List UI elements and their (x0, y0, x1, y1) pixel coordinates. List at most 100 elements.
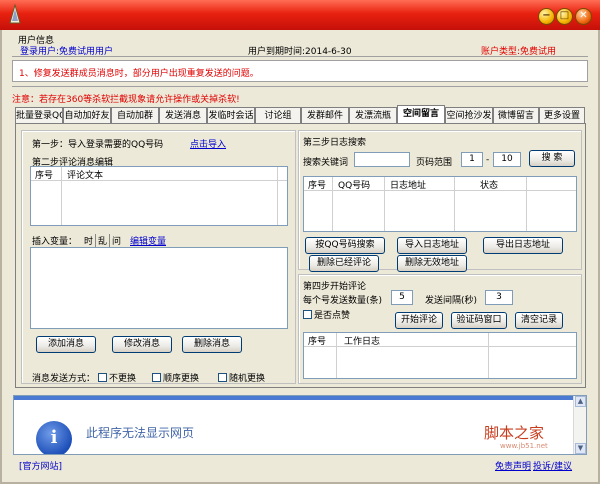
left-group: 第一步：导入登录需要的QQ号码 点击导入 第二步评论消息编辑 序号 评论文本 插… (21, 130, 296, 384)
divider (12, 56, 588, 57)
tab-temp-session[interactable]: 发临时会话 (207, 107, 255, 124)
col-work-log: 工作日志 (344, 337, 381, 347)
col-log-url: 日志地址 (390, 181, 427, 191)
start-comment-button[interactable]: 开始评论 (395, 312, 443, 329)
watermark-url: www.jb51.net (500, 442, 548, 450)
delete-invalid-button[interactable]: 删除无效地址 (397, 255, 467, 272)
edit-variable-link[interactable]: 编辑变量 (130, 234, 166, 247)
col-divider (277, 167, 278, 225)
comment-text-area[interactable] (30, 247, 288, 329)
var-time-button[interactable]: 时 (84, 234, 97, 247)
option-label: 不更换 (109, 374, 137, 384)
add-message-button[interactable]: 添加消息 (36, 336, 96, 353)
col-divider (61, 167, 62, 225)
per-count-input[interactable]: 5 (391, 290, 413, 305)
option-label: 随机更换 (229, 374, 266, 384)
delete-commented-button[interactable]: 删除已经评论 (309, 255, 379, 272)
update-notice-text: 1、修复发送群成员消息时，部分用户出现重复发送的问题。 (19, 69, 259, 79)
close-button[interactable]: ✕ (575, 8, 592, 25)
col-comment-text: 评论文本 (67, 171, 104, 181)
search-keyword-label: 搜索关键词 (303, 158, 349, 168)
official-site-link[interactable]: [官方网站] (19, 459, 62, 472)
send-mode-sequential[interactable]: 顺序更换 (152, 371, 199, 384)
col-divider (454, 177, 455, 231)
search-keyword-input[interactable] (354, 152, 410, 167)
col-index: 序号 (308, 181, 327, 191)
scroll-up-icon[interactable]: ▲ (575, 396, 586, 407)
var-question-button[interactable]: 问 (112, 234, 121, 247)
send-mode-random[interactable]: 随机更换 (218, 371, 265, 384)
search-by-qq-button[interactable]: 按QQ号码搜索 (305, 237, 385, 254)
col-divider (336, 333, 337, 378)
interval-label: 发送间隔(秒) (425, 296, 478, 306)
embedded-browser[interactable]: i 此程序无法显示网页 脚本之家 www.jb51.net ▲ ▼ (13, 395, 587, 455)
insert-var-label: 插入变量： (32, 237, 78, 247)
step1-label: 第一步：导入登录需要的QQ号码 (32, 140, 164, 150)
var-random-button[interactable]: 乱 (98, 234, 111, 247)
checkbox-icon (152, 373, 161, 382)
app-logo-icon (9, 4, 21, 24)
option-label: 顺序更换 (163, 374, 200, 384)
tab-send-message[interactable]: 发送消息 (159, 107, 207, 124)
send-mode-none[interactable]: 不更换 (98, 371, 136, 384)
browser-scrollbar[interactable]: ▲ ▼ (573, 396, 586, 454)
search-button[interactable]: 搜 索 (529, 150, 575, 167)
tab-space-sofa[interactable]: 空间抢沙发 (445, 107, 493, 124)
captcha-window-button[interactable]: 验证码窗口 (451, 312, 507, 329)
comment-list-table[interactable]: 序号 评论文本 (30, 166, 288, 226)
col-status: 状态 (480, 181, 499, 191)
tab-group-mail[interactable]: 发群邮件 (301, 107, 349, 124)
col-divider (488, 333, 489, 378)
checkbox-icon (303, 310, 312, 319)
tab-auto-join-group[interactable]: 自动加群 (111, 107, 159, 124)
table-header: 序号 工作日志 (304, 333, 576, 347)
tab-auto-add-friend[interactable]: 自动加好友 (63, 107, 111, 124)
status-bar: [官方网站] 免责声明 投诉/建议 (13, 456, 587, 472)
per-count-label: 每个号发送数量(条) (303, 296, 383, 306)
tab-more-settings[interactable]: 更多设置 (539, 107, 585, 124)
col-index: 序号 (35, 171, 54, 181)
import-link[interactable]: 点击导入 (190, 137, 226, 150)
step3-label: 第三步日志搜索 (303, 138, 367, 148)
checkbox-icon (98, 373, 107, 382)
info-icon: i (36, 421, 72, 454)
interval-input[interactable]: 3 (485, 290, 513, 305)
log-search-group: 第三步日志搜索 搜索关键词 页码范围 1 - 10 搜 索 序号 QQ号码 日志… (298, 130, 582, 272)
work-log-table[interactable]: 序号 工作日志 (303, 332, 577, 379)
tab-strip: 批量登录QQ 自动加好友 自动加群 发送消息 发临时会话 讨论组 发群邮件 发漂… (15, 105, 585, 124)
watermark-logo: 脚本之家 (484, 424, 545, 442)
clear-records-button[interactable]: 清空记录 (515, 312, 563, 329)
import-log-url-button[interactable]: 导入日志地址 (397, 237, 467, 254)
modify-message-button[interactable]: 修改消息 (112, 336, 172, 353)
page-from-input[interactable]: 1 (461, 152, 483, 167)
checkbox-icon (218, 373, 227, 382)
send-mode-label: 消息发送方式： (32, 374, 96, 384)
delete-message-button[interactable]: 删除消息 (182, 336, 242, 353)
cannot-display-message: 此程序无法显示网页 (86, 426, 195, 440)
export-log-url-button[interactable]: 导出日志地址 (483, 237, 563, 254)
col-divider (332, 177, 333, 231)
tab-drift-bottle[interactable]: 发漂流瓶 (349, 107, 397, 124)
tab-weibo-comment[interactable]: 微博留言 (493, 107, 539, 124)
option-label: 是否点赞 (314, 311, 351, 321)
minimize-button[interactable]: − (538, 8, 555, 25)
feedback-link[interactable]: 投诉/建议 (533, 459, 572, 472)
tab-panel: 第一步：导入登录需要的QQ号码 点击导入 第二步评论消息编辑 序号 评论文本 插… (15, 123, 586, 388)
log-results-table[interactable]: 序号 QQ号码 日志地址 状态 (303, 176, 577, 232)
tab-discussion-group[interactable]: 讨论组 (255, 107, 301, 124)
disclaimer-link[interactable]: 免责声明 (495, 459, 531, 472)
tab-space-comment[interactable]: 空间留言 (397, 105, 445, 124)
col-divider (384, 177, 385, 231)
tab-batch-login[interactable]: 批量登录QQ (15, 107, 63, 124)
step4-label: 第四步开始评论 (303, 282, 367, 292)
table-header: 序号 QQ号码 日志地址 状态 (304, 177, 576, 191)
maximize-button[interactable]: □ (556, 8, 573, 25)
like-checkbox[interactable]: 是否点赞 (303, 308, 350, 321)
scroll-down-icon[interactable]: ▼ (575, 443, 586, 454)
range-dash: - (486, 155, 490, 165)
col-index: 序号 (308, 337, 327, 347)
page-to-input[interactable]: 10 (493, 152, 521, 167)
start-comment-group: 第四步开始评论 每个号发送数量(条) 5 发送间隔(秒) 3 是否点赞 开始评论… (298, 274, 582, 384)
col-qq-number: QQ号码 (338, 181, 371, 191)
page-range-label: 页码范围 (416, 158, 453, 168)
